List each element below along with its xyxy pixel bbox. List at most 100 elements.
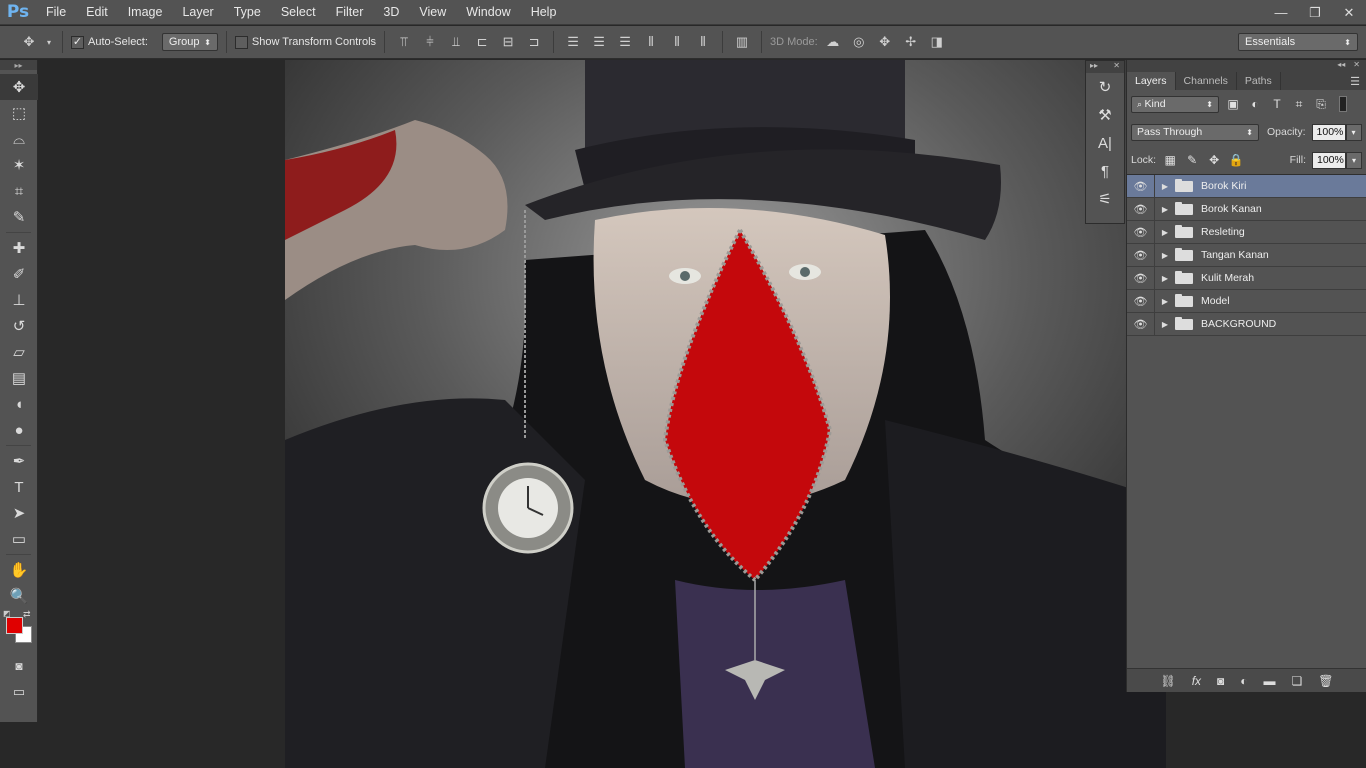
expand-triangle-icon[interactable]: ▶ bbox=[1159, 251, 1171, 260]
eraser-tool-icon[interactable]: ▱ bbox=[0, 339, 38, 365]
foreground-color-swatch[interactable] bbox=[6, 617, 23, 634]
3d-slide-icon[interactable]: ✢ bbox=[900, 31, 922, 53]
move-tool-icon[interactable]: ✥ bbox=[0, 74, 38, 100]
align-hcenter-icon[interactable]: ⊟ bbox=[497, 31, 519, 53]
menu-type[interactable]: Type bbox=[224, 0, 271, 25]
expand-triangle-icon[interactable]: ▶ bbox=[1159, 205, 1171, 214]
visibility-eye-icon[interactable]: 👁 bbox=[1127, 174, 1155, 198]
workspace-switcher[interactable]: Essentials ⬍ bbox=[1238, 33, 1358, 51]
menu-edit[interactable]: Edit bbox=[76, 0, 118, 25]
screen-mode-icon[interactable]: ▭ bbox=[0, 679, 38, 705]
auto-select-checkbox[interactable]: ✓ bbox=[71, 35, 84, 49]
align-left-icon[interactable]: ⊏ bbox=[471, 31, 493, 53]
fill-input[interactable]: 100% bbox=[1312, 151, 1346, 169]
distribute-right-icon[interactable]: ⦀ bbox=[692, 31, 714, 53]
visibility-eye-icon[interactable]: 👁 bbox=[1127, 197, 1155, 221]
pen-tool-icon[interactable]: ✒ bbox=[0, 448, 38, 474]
clone-stamp-tool-icon[interactable]: ⊥ bbox=[0, 287, 38, 313]
lock-all-icon[interactable]: 🔒 bbox=[1228, 152, 1244, 168]
history-brush-tool-icon[interactable]: ↺ bbox=[0, 313, 38, 339]
quick-mask-icon[interactable]: ◙ bbox=[0, 653, 38, 679]
restore-button[interactable]: ❐ bbox=[1298, 0, 1332, 25]
menu-select[interactable]: Select bbox=[271, 0, 326, 25]
expand-triangle-icon[interactable]: ▶ bbox=[1159, 297, 1171, 306]
trash-icon[interactable]: 🗑 bbox=[1318, 674, 1333, 688]
paragraph-icon[interactable]: ¶ bbox=[1086, 157, 1124, 185]
visibility-eye-icon[interactable]: 👁 bbox=[1127, 243, 1155, 267]
collapsed-dock-header[interactable]: ▸▸ ✕ bbox=[1086, 61, 1124, 73]
panel-menu-icon[interactable]: ☰ bbox=[1344, 75, 1366, 90]
visibility-eye-icon[interactable]: 👁 bbox=[1127, 289, 1155, 313]
group-icon[interactable]: ▬ bbox=[1264, 674, 1276, 688]
gradient-tool-icon[interactable]: ▤ bbox=[0, 365, 38, 391]
lock-transparent-icon[interactable]: ▦ bbox=[1162, 152, 1178, 168]
close-panel-icon[interactable]: ✕ bbox=[1353, 60, 1360, 72]
filter-smart-object-icon[interactable]: ⎘ bbox=[1313, 96, 1329, 112]
opacity-input[interactable]: 100% bbox=[1311, 123, 1346, 141]
layer-row[interactable]: 👁 ▶ BACKGROUND bbox=[1127, 312, 1366, 336]
menu-layer[interactable]: Layer bbox=[172, 0, 223, 25]
filter-pixel-icon[interactable]: ▣ bbox=[1225, 96, 1241, 112]
distribute-top-icon[interactable]: ☰ bbox=[562, 31, 584, 53]
visibility-eye-icon[interactable]: 👁 bbox=[1127, 266, 1155, 290]
actions-icon[interactable]: ⚒ bbox=[1086, 101, 1124, 129]
menu-window[interactable]: Window bbox=[456, 0, 520, 25]
layer-row[interactable]: 👁 ▶ Kulit Merah bbox=[1127, 266, 1366, 290]
tab-layers[interactable]: Layers bbox=[1127, 72, 1176, 90]
filter-toggle[interactable] bbox=[1339, 96, 1347, 112]
distribute-left-icon[interactable]: ⦀ bbox=[640, 31, 662, 53]
blur-tool-icon[interactable]: ◖ bbox=[0, 391, 38, 417]
menu-image[interactable]: Image bbox=[118, 0, 173, 25]
fx-icon[interactable]: fx bbox=[1192, 674, 1201, 688]
type-tool-icon[interactable]: T bbox=[0, 474, 38, 500]
tools-panel-header[interactable]: ▸▸ bbox=[0, 60, 37, 70]
link-icon[interactable]: ⛓ bbox=[1160, 674, 1175, 688]
align-bottom-icon[interactable]: ⫫ bbox=[445, 31, 467, 53]
adjustment-icon[interactable]: ◐ bbox=[1240, 674, 1247, 688]
menu-help[interactable]: Help bbox=[521, 0, 567, 25]
properties-icon[interactable]: ⚟ bbox=[1086, 185, 1124, 213]
move-tool-preset-icon[interactable]: ✥ bbox=[18, 31, 40, 53]
crop-tool-icon[interactable]: ⌗ bbox=[0, 178, 38, 204]
rectangle-tool-icon[interactable]: ▭ bbox=[0, 526, 38, 552]
hand-tool-icon[interactable]: ✋ bbox=[0, 557, 38, 583]
show-transform-checkbox[interactable] bbox=[234, 35, 248, 49]
3d-scale-icon[interactable]: ◨ bbox=[926, 31, 948, 53]
blend-mode-dropdown[interactable]: Pass Through ⬍ bbox=[1131, 123, 1259, 141]
distribute-bottom-icon[interactable]: ☰ bbox=[614, 31, 636, 53]
tab-paths[interactable]: Paths bbox=[1237, 72, 1281, 90]
lasso-tool-icon[interactable]: ⌓ bbox=[0, 126, 38, 152]
visibility-eye-icon[interactable]: 👁 bbox=[1127, 220, 1155, 244]
magic-wand-tool-icon[interactable]: ✶ bbox=[0, 152, 38, 178]
layer-row[interactable]: 👁 ▶ Model bbox=[1127, 289, 1366, 313]
filter-type-icon[interactable]: T bbox=[1269, 96, 1285, 112]
lock-position-icon[interactable]: ✥ bbox=[1206, 152, 1222, 168]
3d-roll-icon[interactable]: ◎ bbox=[848, 31, 870, 53]
filter-adjustment-icon[interactable]: ◐ bbox=[1247, 96, 1263, 112]
history-icon[interactable]: ↻ bbox=[1086, 73, 1124, 101]
layer-row[interactable]: 👁 ▶ Tangan Kanan bbox=[1127, 243, 1366, 267]
align-top-icon[interactable]: ⫪ bbox=[393, 31, 415, 53]
tab-channels[interactable]: Channels bbox=[1176, 72, 1237, 90]
expand-triangle-icon[interactable]: ▶ bbox=[1159, 182, 1171, 191]
align-right-icon[interactable]: ⊐ bbox=[523, 31, 545, 53]
swap-colors-icon[interactable]: ⇄ bbox=[23, 609, 31, 620]
lock-image-icon[interactable]: ✎ bbox=[1184, 152, 1200, 168]
expand-triangle-icon[interactable]: ▶ bbox=[1159, 274, 1171, 283]
eyedropper-tool-icon[interactable]: ✎ bbox=[0, 204, 38, 230]
mask-icon[interactable]: ◙ bbox=[1217, 674, 1224, 688]
opacity-slider-button[interactable]: ▾ bbox=[1345, 123, 1362, 141]
align-vcenter-icon[interactable]: ⫩ bbox=[419, 31, 441, 53]
healing-brush-tool-icon[interactable]: ✚ bbox=[0, 235, 38, 261]
character-icon[interactable]: A| bbox=[1086, 129, 1124, 157]
zoom-tool-icon[interactable]: 🔍 bbox=[0, 583, 38, 609]
close-button[interactable]: ✕ bbox=[1332, 0, 1366, 25]
path-selection-tool-icon[interactable]: ➤ bbox=[0, 500, 38, 526]
layer-row[interactable]: 👁 ▶ Borok Kiri bbox=[1127, 174, 1366, 198]
dodge-tool-icon[interactable]: ● bbox=[0, 417, 38, 443]
auto-select-dropdown[interactable]: Group ⬍ bbox=[161, 33, 218, 51]
marquee-tool-icon[interactable]: ⬚ bbox=[0, 100, 38, 126]
preset-dropdown-icon[interactable]: ▾ bbox=[44, 31, 54, 53]
filter-shape-icon[interactable]: ⌗ bbox=[1291, 96, 1307, 112]
document-canvas[interactable] bbox=[285, 60, 1166, 768]
